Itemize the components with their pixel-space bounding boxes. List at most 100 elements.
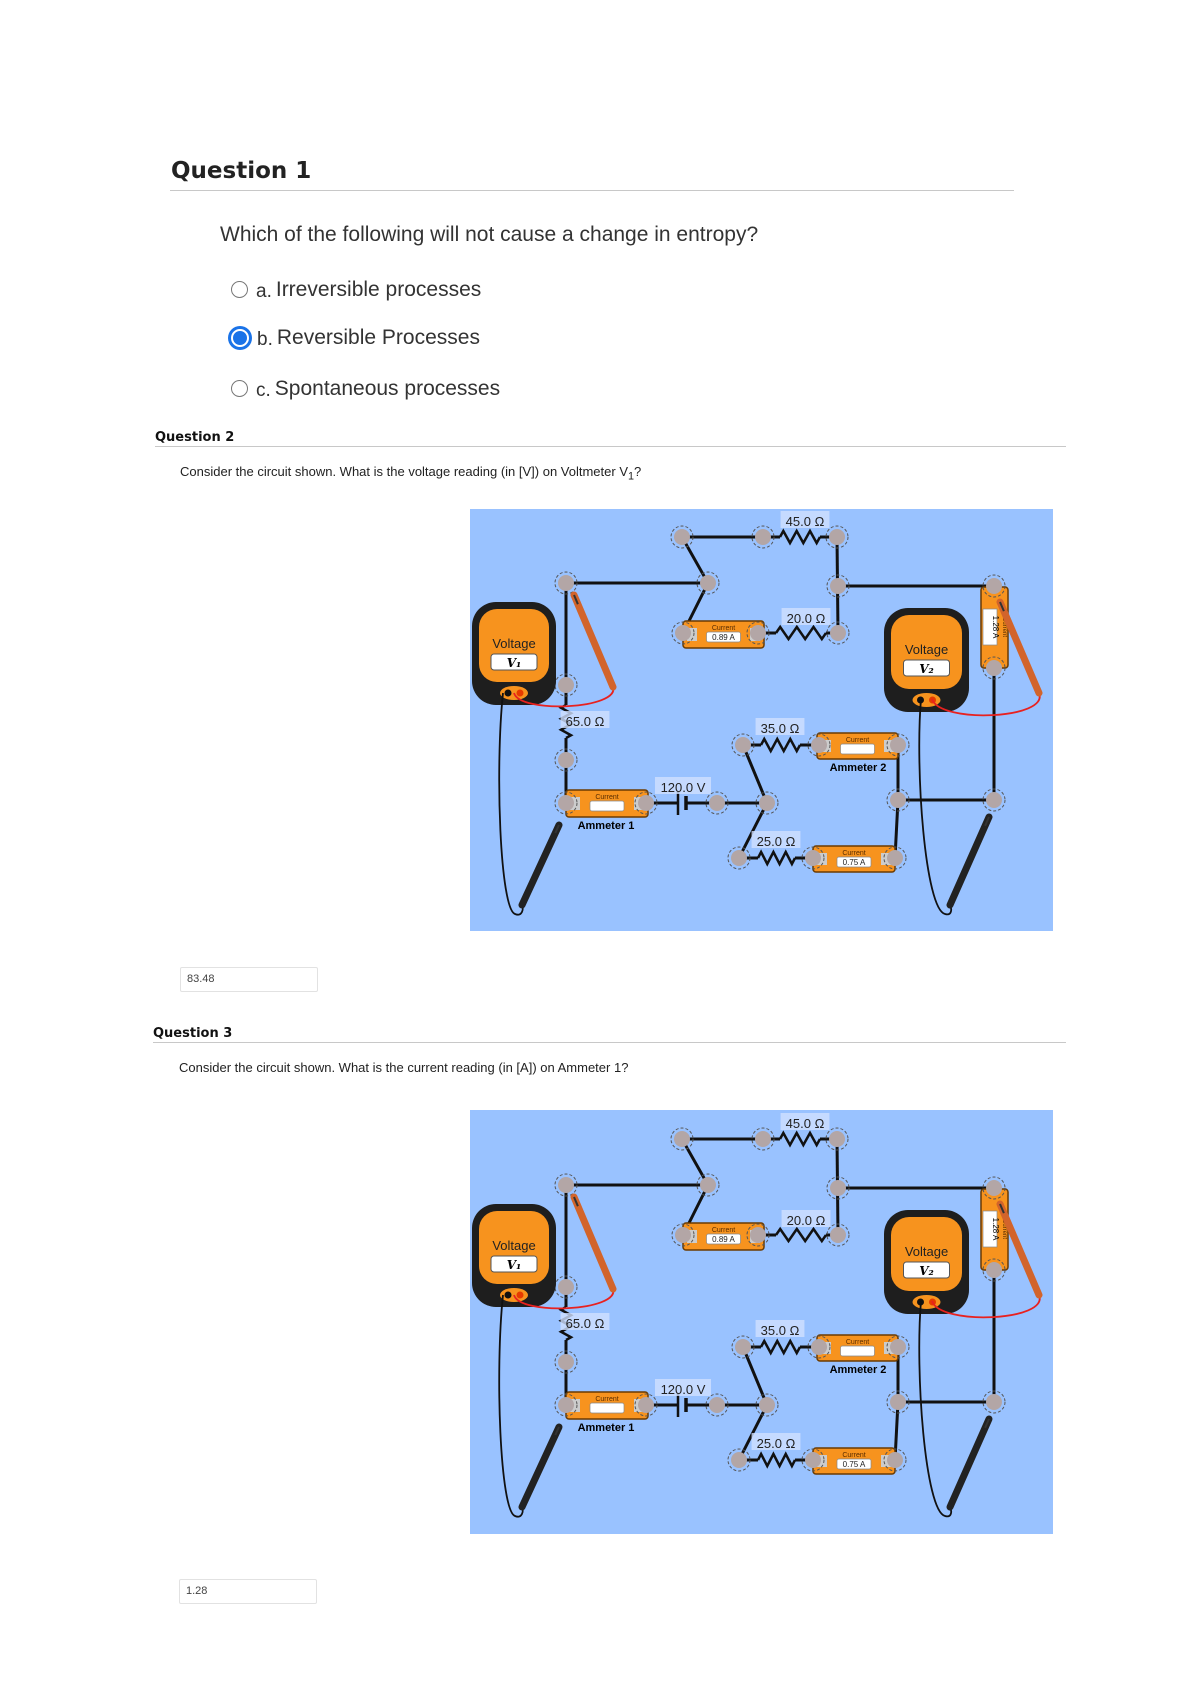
- node: [986, 1262, 1002, 1278]
- voltmeter-caption: Voltage: [492, 1238, 535, 1253]
- resistor-label: 25.0 Ω: [757, 834, 796, 849]
- ammeter-1-label: Ammeter 1: [578, 1422, 635, 1434]
- ammeter-caption: Current: [712, 625, 735, 632]
- option-c[interactable]: c. Spontaneous processes: [231, 375, 500, 402]
- black-jack: [504, 689, 512, 697]
- ammeter-caption: Current: [842, 1452, 865, 1459]
- voltmeter-label: V₁: [507, 656, 522, 670]
- node: [674, 1131, 690, 1147]
- ammeter-caption: Current: [712, 1227, 735, 1234]
- node: [811, 1339, 827, 1355]
- option-label: Reversible Processes: [276, 325, 480, 349]
- node: [830, 1227, 846, 1243]
- ammeter-1-label: Ammeter 1: [578, 820, 635, 832]
- node: [558, 1177, 574, 1193]
- node: [675, 625, 691, 641]
- question-2-title: Question 2: [155, 430, 235, 445]
- resistor: [774, 1226, 828, 1244]
- voltmeter-label: V₁: [507, 1258, 522, 1272]
- node: [829, 529, 845, 545]
- node: [829, 1131, 845, 1147]
- ammeter-display: [840, 1345, 875, 1357]
- node: [558, 575, 574, 591]
- resistor-label: 35.0 Ω: [761, 721, 800, 736]
- node: [638, 795, 654, 811]
- ammeter-reading: 0.89 A: [712, 1235, 735, 1244]
- ammeter-2-label: Ammeter 2: [830, 762, 887, 774]
- red-probe: [570, 1193, 617, 1293]
- ammeter-caption: Current: [595, 794, 618, 801]
- option-letter: b.: [257, 329, 273, 350]
- black-probe: [518, 1423, 563, 1511]
- option-letter: c.: [256, 380, 271, 401]
- node: [890, 792, 906, 808]
- option-label: Spontaneous processes: [274, 376, 501, 400]
- text: ?: [634, 464, 642, 479]
- radio-a[interactable]: [231, 281, 248, 298]
- node: [755, 1131, 771, 1147]
- node: [731, 850, 747, 866]
- ammeter-display: [589, 800, 625, 812]
- black-lead: [498, 1294, 524, 1518]
- question-3-text: Consider the circuit shown. What is the …: [179, 1060, 629, 1075]
- node: [805, 850, 821, 866]
- resistor-label: 45.0 Ω: [786, 1116, 825, 1131]
- ammeter-display: [589, 1402, 625, 1414]
- node: [700, 575, 716, 591]
- node: [735, 737, 751, 753]
- resistor-label: 20.0 Ω: [787, 1213, 826, 1228]
- node: [558, 752, 574, 768]
- node: [986, 792, 1002, 808]
- node: [558, 1354, 574, 1370]
- node: [558, 1279, 574, 1295]
- voltmeter-caption: Voltage: [905, 642, 948, 657]
- node: [890, 1394, 906, 1410]
- ammeter-reading: 0.75 A: [843, 1460, 866, 1469]
- ammeter-caption: Current: [846, 1339, 869, 1346]
- answer-field[interactable]: 1.28: [179, 1579, 317, 1604]
- node: [830, 578, 846, 594]
- option-label: Irreversible processes: [275, 277, 482, 301]
- radio-c[interactable]: [231, 380, 248, 397]
- divider: [153, 1042, 1066, 1043]
- ammeter-reading: 0.75 A: [843, 858, 866, 867]
- answer-field[interactable]: 83.48: [180, 967, 318, 992]
- node: [709, 1397, 725, 1413]
- black-probe: [946, 1415, 993, 1511]
- node: [887, 850, 903, 866]
- ammeter-reading: 1.28 A: [991, 616, 1000, 639]
- node: [830, 1180, 846, 1196]
- voltmeter-caption: Voltage: [905, 1244, 948, 1259]
- node: [638, 1397, 654, 1413]
- ammeter-reading: 0.89 A: [712, 633, 735, 642]
- ammeter-2-label: Ammeter 2: [830, 1364, 887, 1376]
- resistor: [778, 1130, 822, 1148]
- resistor: [756, 1451, 797, 1469]
- option-b[interactable]: b. Reversible Processes: [231, 324, 480, 351]
- ammeter-reading: 1.28 A: [991, 1218, 1000, 1241]
- black-probe: [518, 821, 563, 909]
- option-a[interactable]: a. Irreversible processes: [231, 276, 481, 303]
- node: [890, 1339, 906, 1355]
- black-lead: [498, 692, 524, 916]
- ammeter-display: [840, 743, 875, 755]
- black-lead: [918, 1300, 953, 1518]
- node: [731, 1452, 747, 1468]
- node: [735, 1339, 751, 1355]
- node: [755, 529, 771, 545]
- node: [986, 660, 1002, 676]
- node: [805, 1452, 821, 1468]
- resistor: [778, 528, 822, 546]
- question-1-text: Which of the following will not cause a …: [220, 223, 759, 246]
- resistor-label: 20.0 Ω: [787, 611, 826, 626]
- node: [558, 1397, 574, 1413]
- node: [887, 1452, 903, 1468]
- node: [750, 625, 766, 641]
- resistor-label: 35.0 Ω: [761, 1323, 800, 1338]
- radio-b-selected[interactable]: [231, 328, 249, 347]
- voltmeter-label: V₂: [919, 1264, 934, 1278]
- node: [811, 737, 827, 753]
- node: [986, 578, 1002, 594]
- divider: [170, 190, 1014, 191]
- resistor: [759, 1338, 802, 1356]
